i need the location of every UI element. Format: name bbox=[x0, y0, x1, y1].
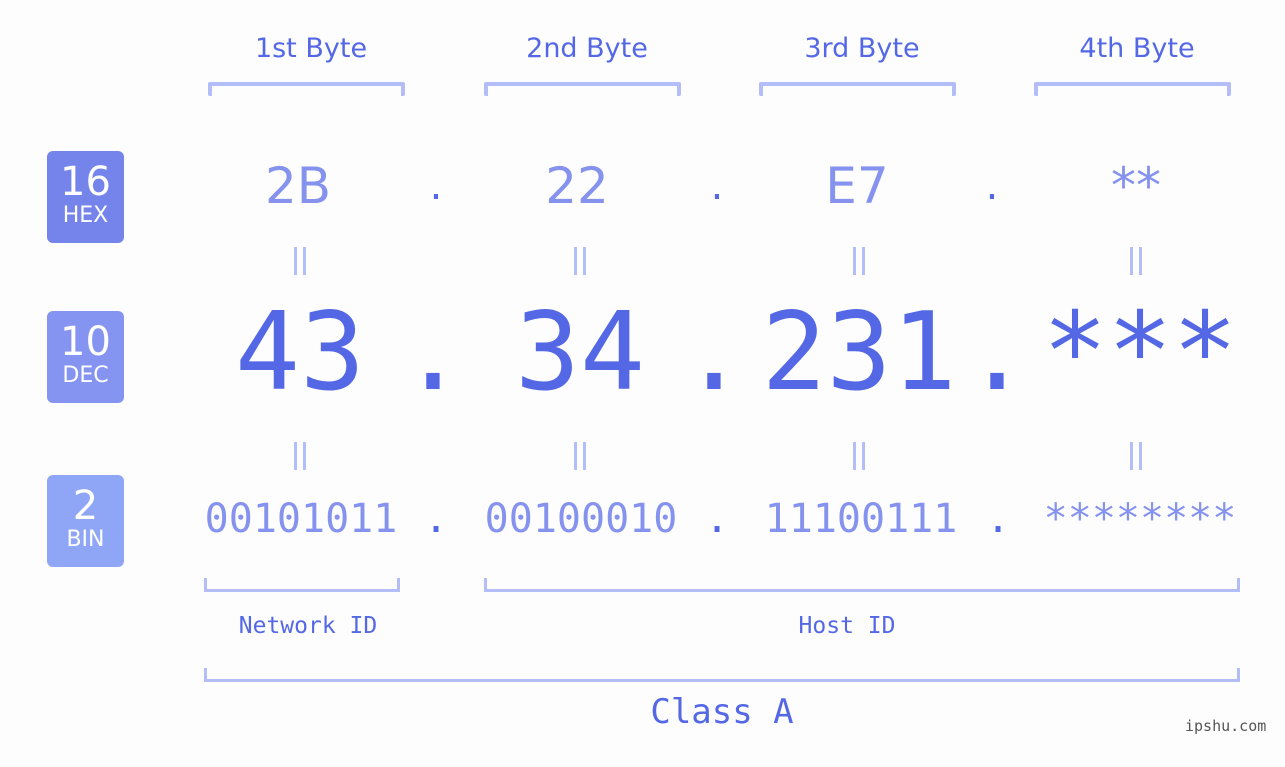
bin-value-2: 00100010 bbox=[484, 496, 678, 542]
byte-bracket-4 bbox=[1034, 82, 1231, 96]
equals-icon bbox=[1126, 247, 1146, 275]
bin-separator: . bbox=[985, 496, 1011, 542]
hex-value-3: E7 bbox=[825, 157, 889, 215]
dec-value-4: *** bbox=[1042, 290, 1238, 415]
network-id-bracket bbox=[204, 578, 400, 592]
bin-badge-base: 2 bbox=[72, 483, 99, 529]
byte-bracket-1 bbox=[208, 82, 405, 96]
host-id-label: Host ID bbox=[798, 613, 896, 639]
bin-separator: . bbox=[423, 496, 449, 542]
bin-value-4: ******** bbox=[1043, 496, 1237, 542]
hex-value-2: 22 bbox=[545, 157, 609, 215]
watermark: ipshu.com bbox=[1185, 717, 1267, 735]
byte-header-2: 2nd Byte bbox=[526, 33, 648, 64]
equals-icon bbox=[570, 442, 590, 470]
class-bracket bbox=[204, 668, 1240, 682]
class-label: Class A bbox=[650, 692, 794, 732]
equals-icon bbox=[1126, 442, 1146, 470]
hex-separator: . bbox=[985, 163, 999, 209]
dec-badge-base: 10 bbox=[60, 319, 111, 365]
equals-icon bbox=[570, 247, 590, 275]
bin-badge-label: BIN bbox=[66, 527, 105, 552]
dec-value-3: 231 bbox=[761, 290, 957, 415]
bin-separator: . bbox=[704, 496, 730, 542]
hex-separator: . bbox=[710, 163, 724, 209]
equals-icon bbox=[849, 247, 869, 275]
hex-value-4: ** bbox=[1111, 157, 1161, 215]
hex-badge-label: HEX bbox=[62, 203, 109, 228]
hex-value-1: 2B bbox=[264, 157, 332, 215]
byte-header-4: 4th Byte bbox=[1079, 33, 1195, 64]
bin-value-3: 11100111 bbox=[764, 496, 958, 542]
byte-header-1: 1st Byte bbox=[254, 33, 368, 64]
bin-badge: 2 BIN bbox=[47, 475, 124, 567]
dec-value-2: 34 bbox=[514, 290, 646, 415]
byte-header-3: 3rd Byte bbox=[804, 33, 920, 64]
hex-badge: 16 HEX bbox=[47, 151, 124, 243]
dec-badge: 10 DEC bbox=[47, 311, 124, 403]
byte-bracket-3 bbox=[759, 82, 956, 96]
equals-icon bbox=[290, 247, 310, 275]
network-id-label: Network ID bbox=[238, 613, 378, 639]
bin-value-1: 00101011 bbox=[204, 496, 398, 542]
equals-icon bbox=[290, 442, 310, 470]
dec-badge-label: DEC bbox=[62, 363, 109, 388]
equals-icon bbox=[849, 442, 869, 470]
hex-badge-base: 16 bbox=[60, 159, 111, 205]
hex-separator: . bbox=[429, 163, 443, 209]
byte-bracket-2 bbox=[484, 82, 681, 96]
host-id-bracket bbox=[484, 578, 1240, 592]
